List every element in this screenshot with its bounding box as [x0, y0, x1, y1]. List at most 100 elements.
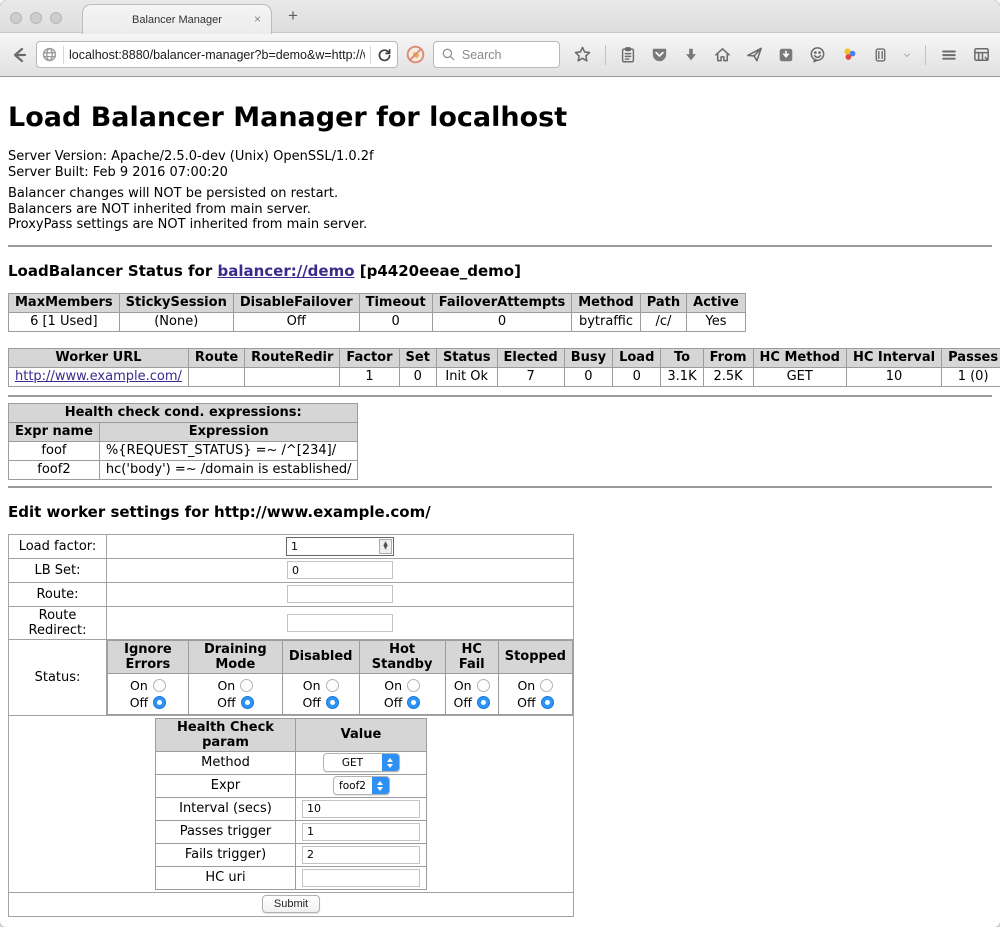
hc-row-method: Method GET [156, 751, 427, 774]
hc-row-uri: HC uri [156, 866, 427, 889]
worker-url-link[interactable]: http://www.example.com/ [15, 369, 182, 384]
submit-button[interactable]: Submit [262, 895, 320, 913]
tab-balancer-manager[interactable]: Balancer Manager × [82, 4, 272, 34]
draining-mode-on-radio[interactable] [240, 679, 253, 692]
form-row-route-redirect: Route Redirect: [9, 606, 574, 639]
hc-interval-input[interactable] [302, 800, 420, 818]
chat-smiley-icon[interactable] [808, 45, 827, 64]
col-worker-url: Worker URL [9, 348, 189, 367]
balancer-demo-link[interactable]: balancer://demo [217, 262, 354, 280]
url-bar[interactable]: localhost:8880/balancer-manager?b=demo&w… [36, 41, 398, 68]
save-box-icon[interactable] [777, 46, 795, 64]
pocket-icon[interactable] [650, 45, 669, 64]
send-plane-icon[interactable] [745, 45, 764, 64]
radio-row: On Off On Off On Off [108, 673, 573, 714]
cell-hc-method: GET [753, 367, 846, 386]
menu-hamburger-icon[interactable] [939, 46, 959, 64]
hc-uri-label: HC uri [156, 866, 296, 889]
ignore-errors-off-radio[interactable] [153, 696, 166, 709]
toolbar-icons [573, 45, 991, 65]
close-window-button[interactable] [10, 12, 22, 24]
col-from: From [703, 348, 753, 367]
status-radio-table: Ignore Errors Draining Mode Disabled Hot… [107, 640, 573, 715]
col-draining-mode: Draining Mode [188, 640, 282, 673]
back-icon[interactable] [9, 45, 29, 65]
chevron-down-icon[interactable] [902, 50, 912, 60]
table-header-row: MaxMembers StickySession DisableFailover… [9, 293, 746, 312]
toolbar-separator [925, 45, 926, 65]
hc-fail-off-radio[interactable] [477, 696, 490, 709]
hc-uri-input[interactable] [302, 869, 420, 887]
col-status: Status [436, 348, 497, 367]
off-label: Off [384, 695, 402, 710]
hc-passes-input[interactable] [302, 823, 420, 841]
draining-mode-off-radio[interactable] [241, 696, 254, 709]
form-row-route: Route: [9, 582, 574, 606]
bookmark-star-icon[interactable] [573, 45, 592, 64]
sidebar-grid-icon[interactable] [972, 45, 991, 64]
minimize-window-button[interactable] [30, 12, 42, 24]
col-failoverattempts: FailoverAttempts [432, 293, 572, 312]
number-stepper-icon[interactable]: ▲▼ [379, 539, 392, 554]
cell-hc-interval: 10 [846, 367, 941, 386]
col-set: Set [399, 348, 436, 367]
hc-expr-select[interactable]: foof2 [333, 776, 390, 795]
col-disablefailover: DisableFailover [233, 293, 359, 312]
reload-icon[interactable] [376, 46, 393, 63]
search-bar[interactable]: Search [433, 41, 560, 68]
on-label: On [517, 678, 535, 693]
hot-standby-off-radio[interactable] [407, 696, 420, 709]
page-content: Load Balancer Manager for localhost Serv… [0, 77, 1000, 926]
off-label: Off [302, 695, 320, 710]
disabled-off-radio[interactable] [326, 696, 339, 709]
heading-prefix: LoadBalancer Status for [8, 262, 217, 280]
container-tab-icon[interactable] [872, 46, 889, 64]
hc-method-select[interactable]: GET [323, 753, 400, 772]
cell-disablefailover: Off [233, 312, 359, 331]
stopped-on-radio[interactable] [540, 679, 553, 692]
status-label: Status: [9, 639, 107, 715]
hc-fails-input[interactable] [302, 846, 420, 864]
route-redirect-input[interactable] [287, 614, 393, 632]
stopped-off-radio[interactable] [541, 696, 554, 709]
col-to: To [661, 348, 703, 367]
off-label: Off [130, 695, 148, 710]
zoom-window-button[interactable] [50, 12, 62, 24]
lb-set-label: LB Set: [9, 558, 107, 582]
hc-fail-on-radio[interactable] [477, 679, 490, 692]
off-label: Off [454, 695, 472, 710]
new-tab-button[interactable]: + [288, 6, 298, 26]
disabled-on-radio[interactable] [326, 679, 339, 692]
ignore-errors-on-radio[interactable] [153, 679, 166, 692]
edit-worker-heading: Edit worker settings for http://www.exam… [8, 503, 992, 521]
cell-passes: 1 (0) [942, 367, 1000, 386]
hc-fails-label: Fails trigger) [156, 843, 296, 866]
bookmarks-clipboard-icon[interactable] [619, 46, 637, 64]
cell-from: 2.5K [703, 367, 753, 386]
lb-set-input[interactable] [287, 561, 393, 579]
toolbar-separator [605, 45, 606, 65]
tab-close-icon[interactable]: × [254, 12, 261, 26]
hc-row-interval: Interval (secs) [156, 797, 427, 820]
colorpicker-dots-icon[interactable] [840, 45, 859, 64]
urlbar-divider [370, 46, 371, 64]
divider [8, 245, 992, 247]
hot-standby-on-radio[interactable] [407, 679, 420, 692]
hc-row-passes: Passes trigger [156, 820, 427, 843]
cell-expr-name: foof2 [9, 460, 100, 479]
downloads-icon[interactable] [682, 46, 700, 64]
search-icon [441, 47, 456, 62]
health-check-table: Health Check param Value Method GET [155, 718, 427, 890]
cell-path: /c/ [640, 312, 686, 331]
table-header-row: Ignore Errors Draining Mode Disabled Hot… [108, 640, 573, 673]
home-icon[interactable] [713, 45, 732, 64]
route-input[interactable] [287, 585, 393, 603]
on-label: On [384, 678, 402, 693]
adblock-icon[interactable] [405, 44, 426, 65]
col-busy: Busy [564, 348, 612, 367]
col-method: Method [572, 293, 640, 312]
server-built: Server Built: Feb 9 2016 07:00:20 [8, 165, 992, 181]
url-text[interactable]: localhost:8880/balancer-manager?b=demo&w… [69, 48, 365, 62]
browser-window: Balancer Manager × + localhost:8880/bala… [0, 0, 1000, 927]
load-factor-input[interactable]: 1 ▲▼ [286, 537, 394, 556]
